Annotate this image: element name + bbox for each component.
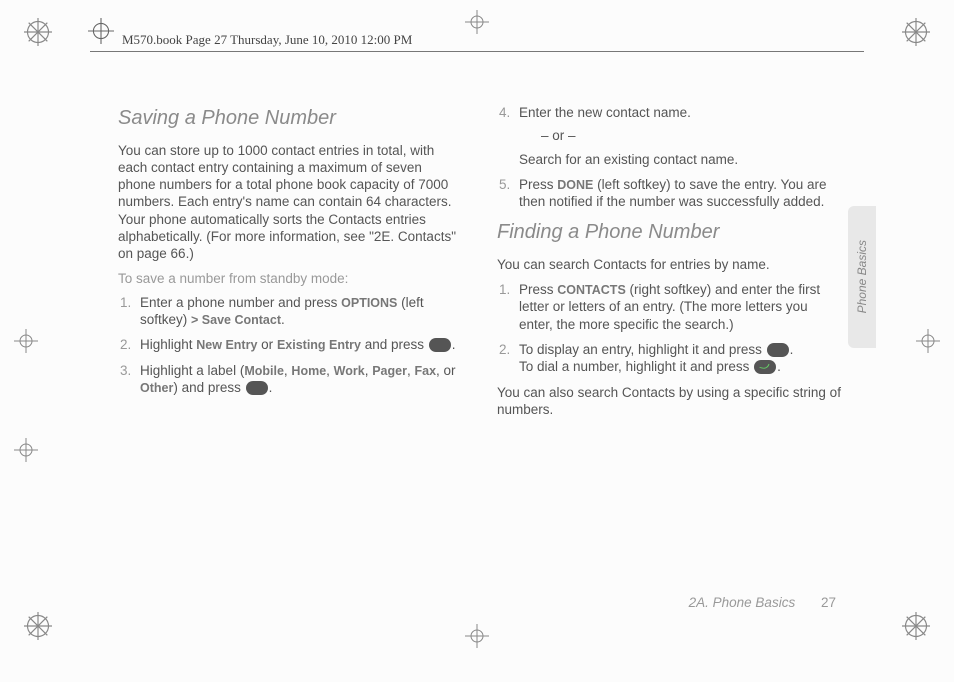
step-4-alt: Search for an existing contact name. (519, 151, 842, 168)
f2b: To dial a number, highlight it and press (519, 359, 753, 374)
subhead-save: To save a number from standby mode: (118, 270, 463, 287)
header-stamp: M570.book Page 27 Thursday, June 10, 201… (122, 32, 412, 48)
ok-key-icon (429, 338, 451, 352)
ok-key-icon (246, 381, 268, 395)
p5: . (777, 359, 781, 374)
registration-mark-tr (902, 18, 930, 46)
new-entry-label: New Entry (196, 338, 257, 352)
step-1-text-a: Enter a phone number and press (140, 295, 341, 310)
step-3-a: Highlight a label ( (140, 363, 244, 378)
p2: . (452, 337, 456, 352)
step-1: Enter a phone number and press OPTIONS (… (118, 294, 463, 329)
call-key-icon (754, 360, 776, 374)
section-tab: Phone Basics (848, 206, 876, 348)
find-step-1: Press CONTACTS (right softkey) and enter… (497, 281, 842, 333)
step-4: Enter the new contact name. – or – Searc… (497, 104, 842, 168)
registration-mark-bl (24, 612, 52, 640)
step-2-b: and press (361, 337, 428, 352)
label-other: Other (140, 381, 173, 395)
section-tab-label: Phone Basics (855, 240, 869, 313)
p4: . (790, 342, 794, 357)
label-home: Home (291, 364, 326, 378)
contacts-softkey: CONTACTS (557, 283, 626, 297)
p1: . (281, 312, 285, 327)
c2: , (326, 363, 334, 378)
footer-section: 2A. Phone Basics (689, 595, 796, 610)
page-content: Saving a Phone Number You can store up t… (118, 104, 842, 582)
label-mobile: Mobile (244, 364, 284, 378)
step-3: Highlight a label (Mobile, Home, Work, P… (118, 362, 463, 397)
page-footer: 2A. Phone Basics 27 (689, 595, 836, 610)
step-2-a: Highlight (140, 337, 196, 352)
options-softkey: OPTIONS (341, 296, 397, 310)
step-3-b: ) and press (173, 380, 244, 395)
crosshair-right (916, 329, 940, 353)
ok-key-icon (767, 343, 789, 357)
step-4-text: Enter the new contact name. (519, 105, 691, 120)
label-work: Work (334, 364, 365, 378)
save-contact-label: Save Contact (198, 313, 281, 327)
label-fax: Fax (414, 364, 436, 378)
footer-page-number: 27 (821, 595, 836, 610)
p3: . (269, 380, 273, 395)
crosshair-left-2 (14, 438, 38, 462)
f1a: Press (519, 282, 557, 297)
heading-saving: Saving a Phone Number (118, 106, 463, 132)
label-pager: Pager (372, 364, 407, 378)
registration-mark-tl (24, 18, 52, 46)
outro-finding: You can also search Contacts by using a … (497, 384, 842, 419)
crosshair-bottom (465, 624, 489, 648)
f2a: To display an entry, highlight it and pr… (519, 342, 766, 357)
intro-finding: You can search Contacts for entries by n… (497, 256, 842, 273)
intro-saving: You can store up to 1000 contact entries… (118, 142, 463, 263)
c5: , or (436, 363, 456, 378)
registration-mark-br (902, 612, 930, 640)
existing-entry-label: Existing Entry (277, 338, 361, 352)
steps-find: Press CONTACTS (right softkey) and enter… (497, 281, 842, 375)
find-step-2: To display an entry, highlight it and pr… (497, 341, 842, 376)
step-5: Press DONE (left softkey) to save the en… (497, 176, 842, 211)
step-4-or: – or – (519, 127, 842, 144)
heading-finding: Finding a Phone Number (497, 220, 842, 246)
step-2-or: or (257, 337, 277, 352)
done-softkey: DONE (557, 178, 593, 192)
crosshair-left (14, 329, 38, 353)
step-2: Highlight New Entry or Existing Entry an… (118, 336, 463, 353)
step-5-a: Press (519, 177, 557, 192)
header-crosshair-icon (88, 18, 114, 44)
